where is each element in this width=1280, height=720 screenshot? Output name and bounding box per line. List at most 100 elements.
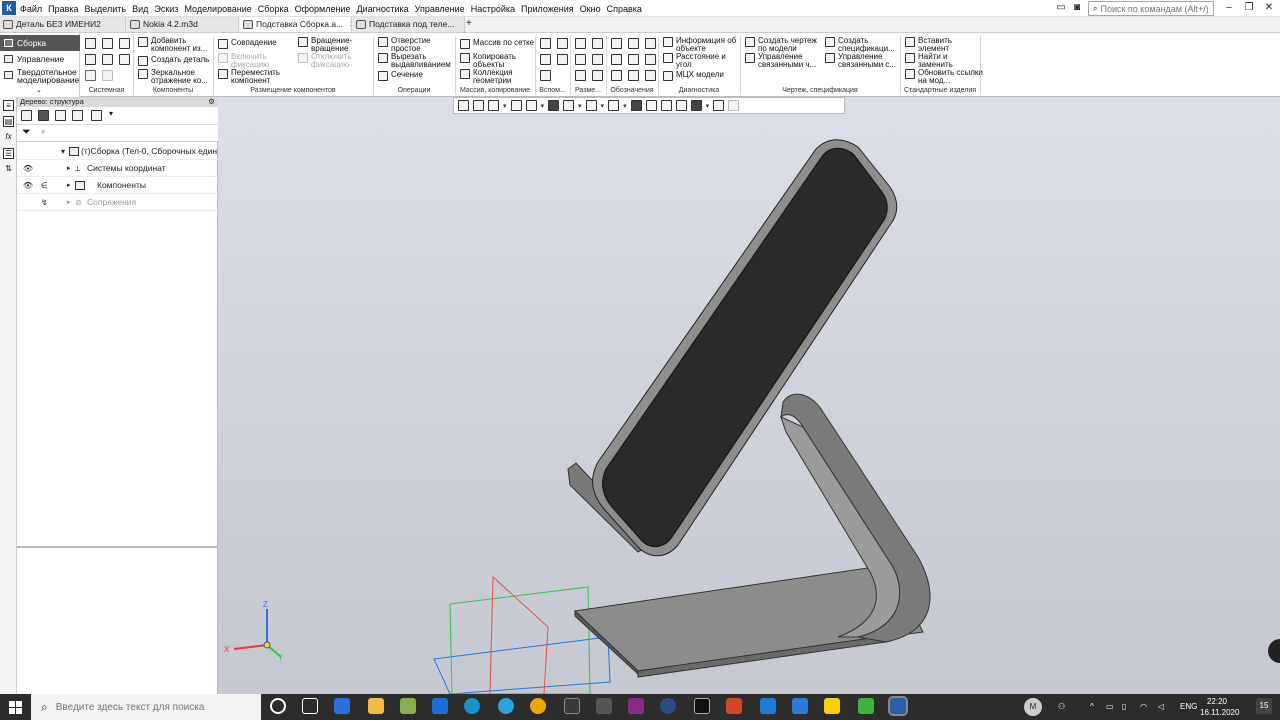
menu-diagnostics[interactable]: Диагностика — [356, 4, 408, 14]
zoom-fit-icon[interactable] — [473, 100, 484, 111]
store-icon[interactable] — [334, 698, 350, 714]
geometry-collection-button[interactable]: Коллекция геометрии — [460, 69, 517, 85]
measure-icon[interactable] — [713, 100, 725, 111]
rotate-icon[interactable] — [525, 100, 537, 111]
auto-dim-icon[interactable] — [575, 70, 586, 81]
linear-dim-icon[interactable] — [575, 38, 586, 49]
tree-dotted-icon[interactable] — [72, 110, 83, 121]
gear-icon[interactable]: ⚙ — [208, 97, 215, 107]
create-spec-button[interactable]: Создать спецификаци... — [825, 37, 896, 53]
new-file-icon[interactable] — [85, 38, 96, 49]
chain-dim-icon[interactable] — [592, 70, 603, 81]
tree-search-input[interactable] — [51, 127, 211, 139]
properties-icon[interactable] — [119, 54, 130, 65]
presentation-icon[interactable] — [726, 698, 742, 714]
text-editor-icon[interactable] — [628, 698, 644, 714]
snipping-icon[interactable] — [596, 698, 612, 714]
zoom-icon[interactable] — [488, 100, 499, 111]
screen-icon[interactable]: ◙ — [1068, 1, 1086, 16]
menu-modeling[interactable]: Моделирование — [184, 4, 251, 14]
tab-nokia[interactable]: Nokia 4.2.m3d — [127, 17, 239, 32]
command-search[interactable]: ⌕ — [1088, 1, 1214, 16]
display-style-icon[interactable] — [563, 100, 575, 111]
mode-manage[interactable]: Управление — [0, 51, 80, 67]
menu-sketch[interactable]: Эскиз — [154, 4, 178, 14]
move-component-button[interactable]: Переместить компонент — [218, 69, 281, 85]
filter-icon[interactable]: ⏷ — [22, 126, 31, 139]
layout-icon[interactable] — [660, 100, 672, 111]
axis-icon[interactable] — [557, 38, 568, 49]
line-icon[interactable] — [557, 54, 568, 65]
network-icon[interactable]: ▭ — [1106, 694, 1114, 720]
file-explorer-icon[interactable] — [368, 698, 384, 714]
rotation-rotation-button[interactable]: Вращение-вращение — [298, 37, 361, 53]
text-icon[interactable] — [645, 54, 656, 65]
point-icon[interactable] — [540, 54, 551, 65]
view-orientation-icon[interactable] — [548, 100, 560, 111]
weld-icon[interactable] — [628, 70, 639, 81]
windows-start-icon[interactable] — [9, 701, 22, 714]
eye-icon[interactable]: 👁 — [22, 177, 34, 194]
chevron-down-icon[interactable]: ⌄ — [36, 86, 42, 94]
undo-icon[interactable] — [85, 70, 96, 81]
ordering-icon[interactable]: ⇅ — [3, 164, 14, 175]
qt-creator-icon[interactable] — [858, 698, 874, 714]
taskbar-search[interactable]: ⌕ — [31, 694, 261, 720]
layers-icon[interactable]: ☰ — [3, 148, 14, 159]
language-indicator[interactable]: ENG — [1180, 694, 1197, 720]
plane-icon[interactable] — [540, 38, 551, 49]
mass-properties-button[interactable]: МЦХ модели — [663, 71, 724, 81]
telegram-icon[interactable] — [498, 698, 514, 714]
add-component-button[interactable]: Добавить компонент из... — [138, 37, 215, 53]
collapse-arrow-icon[interactable]: ▸ — [67, 177, 71, 194]
menu-file[interactable]: Файл — [20, 4, 42, 14]
kompas-3d-icon[interactable] — [888, 696, 908, 716]
chevron-down-icon[interactable]: ▾ — [578, 102, 582, 110]
3d-viewport[interactable]: Z X Y — [218, 97, 1280, 694]
collapse-arrow-icon[interactable]: ▸ — [67, 194, 71, 211]
radius-dim-icon[interactable] — [592, 54, 603, 65]
collapse-arrow-icon[interactable]: ▸ — [67, 160, 71, 177]
maximize-button[interactable]: ❐ — [1240, 1, 1258, 16]
panel-divider[interactable] — [17, 546, 218, 548]
copy-view-icon[interactable] — [645, 100, 657, 111]
menu-select[interactable]: Выделить — [85, 4, 127, 14]
volume-icon[interactable]: ◁ — [1158, 694, 1164, 720]
angle-dim-icon[interactable] — [575, 54, 586, 65]
expand-icon[interactable]: ▾ — [61, 143, 65, 160]
menu-apps[interactable]: Приложения — [521, 4, 574, 14]
csys-icon[interactable] — [540, 70, 551, 81]
update-links-button[interactable]: Обновить ссылки на мод... — [905, 69, 984, 85]
battery-icon[interactable]: ▯ — [1122, 694, 1126, 720]
tree-structure-icon[interactable] — [21, 110, 32, 121]
roughness-icon[interactable] — [628, 38, 639, 49]
grid-pattern-button[interactable]: Массив по сетке — [460, 39, 534, 49]
manage-linked-drawings-button[interactable]: Управление связанными ч... — [745, 53, 818, 69]
avatar[interactable]: M — [1024, 698, 1042, 716]
task-view-icon[interactable] — [302, 698, 318, 714]
edge-icon[interactable] — [464, 698, 480, 714]
pan-icon[interactable] — [510, 100, 522, 111]
tree-row-assembly[interactable]: ▾ (т)Сборка (Тел-0, Сборочных един — [17, 143, 218, 160]
datum-icon[interactable] — [645, 38, 656, 49]
section-view-icon[interactable] — [608, 100, 620, 111]
pencil-icon[interactable] — [728, 100, 740, 111]
find-replace-button[interactable]: Найти и заменить — [905, 53, 962, 69]
tree-components-icon[interactable] — [38, 110, 49, 121]
people-icon[interactable]: ⚇ — [1058, 694, 1065, 720]
tree-sort-icon[interactable] — [91, 110, 102, 121]
app-icon[interactable] — [400, 698, 416, 714]
add-tab-icon[interactable]: + — [466, 18, 472, 29]
menu-window[interactable]: Окно — [580, 4, 601, 14]
close-button[interactable]: ✕ — [1260, 1, 1278, 16]
mark-icon[interactable] — [628, 54, 639, 65]
tree-panel-icon[interactable]: ≡ — [3, 100, 14, 111]
menu-help[interactable]: Справка — [607, 4, 642, 14]
enable-fix-button[interactable]: Включить фиксацию — [218, 53, 275, 69]
notifications-badge[interactable]: 15 — [1256, 698, 1272, 714]
properties-panel-icon[interactable]: ▤ — [3, 116, 14, 127]
close-tab-icon[interactable]: ✕ — [349, 19, 351, 29]
menu-assembly[interactable]: Сборка — [258, 4, 289, 14]
perspective-icon[interactable] — [630, 100, 642, 111]
tolerance-icon[interactable] — [611, 54, 622, 65]
